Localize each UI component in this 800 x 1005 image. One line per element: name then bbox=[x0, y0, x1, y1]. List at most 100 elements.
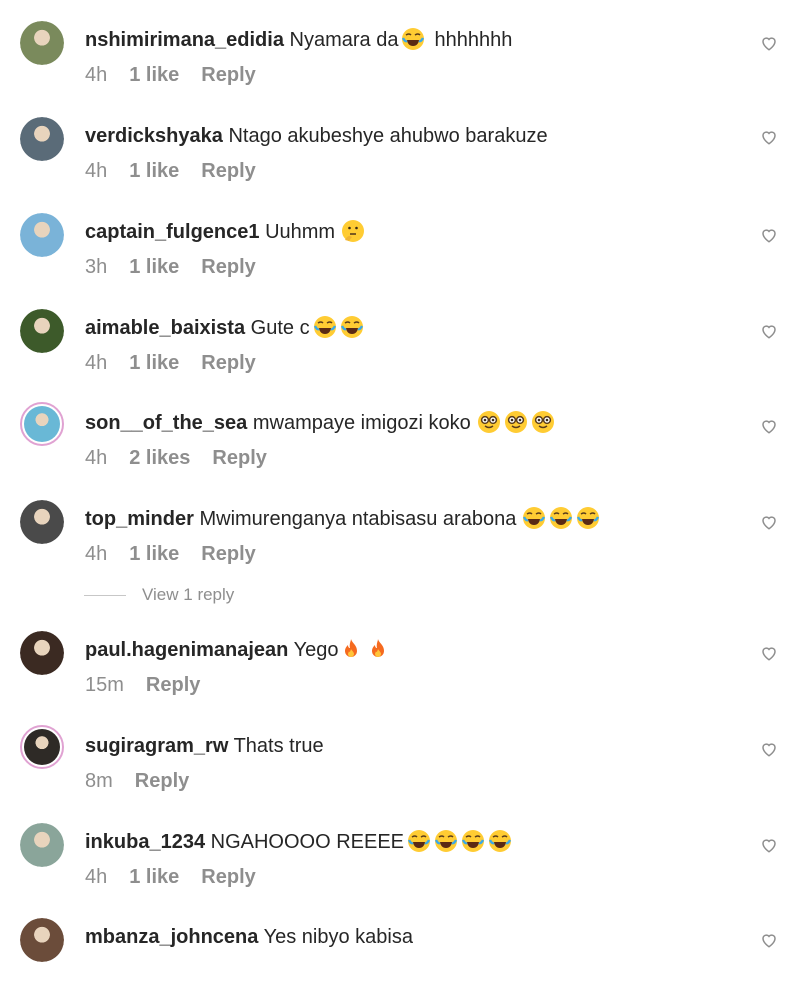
avatar[interactable] bbox=[20, 631, 64, 675]
reply-button[interactable]: Reply bbox=[201, 64, 255, 86]
comment-meta: 3h 1 like Reply bbox=[85, 254, 278, 280]
comment-meta: 4h 1 like Reply bbox=[85, 350, 278, 376]
avatar[interactable] bbox=[20, 918, 64, 962]
comment-like-count[interactable]: 1 like bbox=[129, 256, 179, 278]
comment-username[interactable]: nshimirimana_edidia bbox=[85, 29, 284, 51]
comment-meta: 4h 1 like Reply bbox=[85, 158, 278, 184]
comment-username[interactable]: verdickshyaka bbox=[85, 125, 223, 147]
laugh-cry-emoji-icon bbox=[549, 506, 573, 530]
comment-timestamp: 8m bbox=[85, 770, 113, 792]
comment-like-count[interactable]: 1 like bbox=[129, 543, 179, 565]
comment-meta: 4h 2 likes Reply bbox=[85, 445, 289, 471]
comment-timestamp: 4h bbox=[85, 352, 108, 374]
reply-button[interactable]: Reply bbox=[201, 160, 255, 182]
heart-icon[interactable] bbox=[760, 740, 778, 758]
heart-icon[interactable] bbox=[760, 417, 778, 435]
comment-text-line: paul.hagenimanajean Yego bbox=[85, 637, 390, 663]
comment-username[interactable]: inkuba_1234 bbox=[85, 831, 205, 853]
comment-timestamp: 15m bbox=[85, 674, 124, 696]
comment-body: Mwimurenganya ntabisasu arabona bbox=[199, 508, 517, 530]
comment-like-count[interactable]: 1 like bbox=[129, 866, 179, 888]
laugh-cry-emoji-icon bbox=[461, 829, 485, 853]
comment-body-suffix: hhhhhhh bbox=[434, 29, 513, 51]
comment-item: nshimirimana_edidia Nyamara da hhhhhhh 4h 1… bbox=[0, 18, 800, 108]
comment-body: Uuhmm bbox=[265, 221, 336, 243]
comment-username[interactable]: aimable_baixista bbox=[85, 317, 245, 339]
avatar[interactable] bbox=[20, 500, 64, 544]
comment-body: Yego bbox=[293, 639, 339, 661]
comment-item: top_minder Mwimurenganya ntabisasu arabo… bbox=[0, 497, 800, 587]
comment-text-line: mbanza_johncena Yes nibyo kabisa bbox=[85, 924, 413, 950]
avatar-image bbox=[20, 918, 64, 962]
comment-item: son__of_the_sea mwampaye imigozi koko 4h 2… bbox=[0, 401, 800, 491]
comment-body: Nyamara da bbox=[289, 29, 399, 51]
comment-item: sugiragram_rw Thats true 8m Reply bbox=[0, 724, 800, 814]
comment-body: Thats true bbox=[233, 735, 324, 757]
comment-meta: 4h 1 like Reply bbox=[85, 864, 278, 890]
comment-timestamp: 4h bbox=[85, 447, 108, 469]
comment-username[interactable]: son__of_the_sea bbox=[85, 412, 247, 434]
avatar[interactable] bbox=[20, 309, 64, 353]
nerd-emoji-icon bbox=[531, 410, 555, 434]
nerd-emoji-icon bbox=[504, 410, 528, 434]
comment-item: captain_fulgence1 Uuhmm 3h 1 like Reply bbox=[0, 210, 800, 300]
reply-button[interactable]: Reply bbox=[212, 447, 266, 469]
heart-icon[interactable] bbox=[760, 836, 778, 854]
heart-icon[interactable] bbox=[760, 128, 778, 146]
comment-body: Ntago akubeshye ahubwo barakuze bbox=[228, 125, 548, 147]
avatar[interactable] bbox=[20, 725, 64, 769]
view-replies-label: View 1 reply bbox=[142, 585, 235, 604]
comment-like-count[interactable]: 1 like bbox=[129, 160, 179, 182]
fire-emoji-icon bbox=[366, 637, 390, 661]
heart-icon[interactable] bbox=[760, 34, 778, 52]
avatar[interactable] bbox=[20, 117, 64, 161]
avatar-image bbox=[24, 729, 60, 765]
comment-username[interactable]: paul.hagenimanajean bbox=[85, 639, 288, 661]
heart-icon[interactable] bbox=[760, 322, 778, 340]
comment-meta: 4h 1 like Reply bbox=[85, 541, 278, 567]
comment-item: paul.hagenimanajean Yego 15m Reply bbox=[0, 628, 800, 718]
avatar[interactable] bbox=[20, 402, 64, 446]
heart-icon[interactable] bbox=[760, 226, 778, 244]
reply-button[interactable]: Reply bbox=[135, 770, 189, 792]
comment-body: NGAHOOOO REEEE bbox=[210, 831, 405, 853]
reply-button[interactable]: Reply bbox=[201, 543, 255, 565]
comment-like-count[interactable]: 1 like bbox=[129, 64, 179, 86]
heart-icon[interactable] bbox=[760, 513, 778, 531]
heart-icon[interactable] bbox=[760, 644, 778, 662]
avatar-image bbox=[20, 117, 64, 161]
view-replies-button[interactable]: View 1 reply bbox=[84, 584, 234, 606]
comment-text-line: nshimirimana_edidia Nyamara da hhhhhhh bbox=[85, 27, 512, 53]
laugh-cry-emoji-icon bbox=[576, 506, 600, 530]
comment-body: Yes nibyo kabisa bbox=[263, 926, 413, 948]
comment-like-count[interactable]: 1 like bbox=[129, 352, 179, 374]
nerd-emoji-icon bbox=[477, 410, 501, 434]
laugh-cry-emoji-icon bbox=[434, 829, 458, 853]
comment-item: aimable_baixista Gute c 4h 1 like Reply bbox=[0, 306, 800, 396]
comment-meta: 4h 1 like Reply bbox=[85, 62, 278, 88]
laugh-cry-emoji-icon bbox=[401, 27, 425, 51]
avatar[interactable] bbox=[20, 823, 64, 867]
reply-button[interactable]: Reply bbox=[201, 866, 255, 888]
comment-item: mbanza_johncena Yes nibyo kabisa bbox=[0, 915, 800, 1005]
avatar[interactable] bbox=[20, 213, 64, 257]
comment-like-count[interactable]: 2 likes bbox=[129, 447, 190, 469]
fire-emoji-icon bbox=[339, 637, 363, 661]
comment-username[interactable]: sugiragram_rw bbox=[85, 735, 228, 757]
thinking-emoji-icon bbox=[341, 219, 365, 243]
comment-item: verdickshyaka Ntago akubeshye ahubwo bar… bbox=[0, 114, 800, 204]
comment-timestamp: 4h bbox=[85, 866, 108, 888]
heart-icon[interactable] bbox=[760, 931, 778, 949]
comment-username[interactable]: top_minder bbox=[85, 508, 194, 530]
laugh-cry-emoji-icon bbox=[488, 829, 512, 853]
comment-username[interactable]: captain_fulgence1 bbox=[85, 221, 260, 243]
comment-username[interactable]: mbanza_johncena bbox=[85, 926, 258, 948]
reply-button[interactable]: Reply bbox=[201, 256, 255, 278]
comment-timestamp: 4h bbox=[85, 160, 108, 182]
comment-timestamp: 3h bbox=[85, 256, 108, 278]
reply-button[interactable]: Reply bbox=[201, 352, 255, 374]
reply-button[interactable]: Reply bbox=[146, 674, 200, 696]
comment-text-line: captain_fulgence1 Uuhmm bbox=[85, 219, 365, 245]
comment-text-line: inkuba_1234 NGAHOOOO REEEE bbox=[85, 829, 512, 855]
avatar[interactable] bbox=[20, 21, 64, 65]
